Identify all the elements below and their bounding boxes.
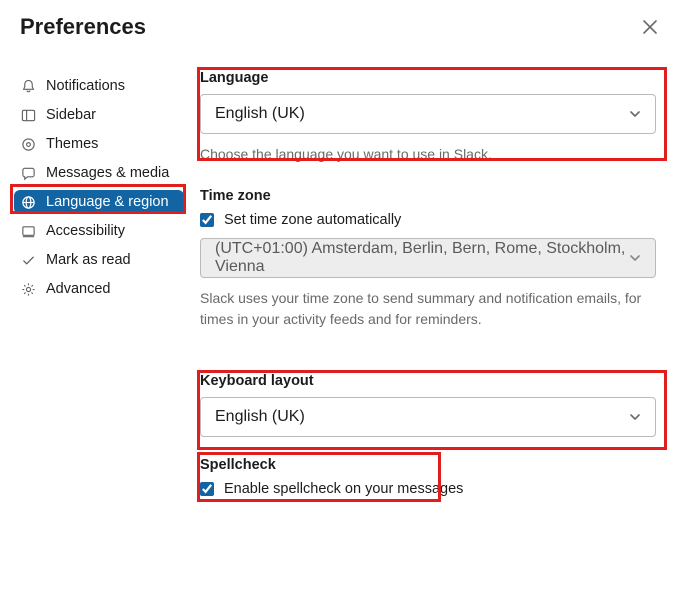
themes-icon [20, 136, 36, 152]
keyboard-section: Keyboard layout English (UK) [200, 373, 676, 437]
spellcheck-checkbox[interactable] [200, 482, 214, 496]
chevron-down-icon [629, 411, 641, 423]
sidebar-item-label: Accessibility [46, 223, 125, 239]
timezone-helper: Slack uses your time zone to send summar… [200, 288, 670, 329]
spellcheck-section: Spellcheck Enable spellcheck on your mes… [200, 457, 676, 497]
timezone-value: (UTC+01:00) Amsterdam, Berlin, Bern, Rom… [215, 240, 629, 276]
accessibility-icon [20, 223, 36, 239]
sidebar-item-language[interactable]: Language & region [14, 190, 184, 214]
keyboard-select[interactable]: English (UK) [200, 397, 656, 437]
language-helper: Choose the language you want to use in S… [200, 144, 670, 164]
language-section: Language English (UK) Choose the languag… [200, 70, 676, 164]
bell-icon [20, 78, 36, 94]
check-icon [20, 252, 36, 268]
spellcheck-row[interactable]: Enable spellcheck on your messages [200, 481, 676, 497]
page-title: Preferences [20, 14, 146, 40]
message-icon [20, 165, 36, 181]
language-value: English (UK) [215, 105, 305, 123]
sidebar-item-label: Notifications [46, 78, 125, 94]
timezone-auto-row[interactable]: Set time zone automatically [200, 212, 676, 228]
chevron-down-icon [629, 252, 641, 264]
sidebar: Notifications Sidebar Themes Messages & … [0, 58, 184, 521]
sidebar-icon [20, 107, 36, 123]
gear-icon [20, 281, 36, 297]
timezone-auto-checkbox[interactable] [200, 213, 214, 227]
sidebar-item-themes[interactable]: Themes [14, 132, 184, 156]
globe-icon [20, 194, 36, 210]
sidebar-item-label: Advanced [46, 281, 111, 297]
timezone-title: Time zone [200, 188, 676, 204]
sidebar-item-label: Messages & media [46, 165, 169, 181]
sidebar-item-label: Sidebar [46, 107, 96, 123]
timezone-auto-label: Set time zone automatically [224, 212, 401, 228]
sidebar-item-notifications[interactable]: Notifications [14, 74, 184, 98]
timezone-section: Time zone Set time zone automatically (U… [200, 188, 676, 329]
sidebar-item-markread[interactable]: Mark as read [14, 248, 184, 272]
spellcheck-label: Enable spellcheck on your messages [224, 481, 463, 497]
language-select[interactable]: English (UK) [200, 94, 656, 134]
sidebar-item-label: Language & region [46, 194, 169, 210]
timezone-select: (UTC+01:00) Amsterdam, Berlin, Bern, Rom… [200, 238, 656, 278]
sidebar-item-sidebar[interactable]: Sidebar [14, 103, 184, 127]
sidebar-item-label: Themes [46, 136, 98, 152]
keyboard-value: English (UK) [215, 408, 305, 426]
sidebar-item-messages[interactable]: Messages & media [14, 161, 184, 185]
keyboard-title: Keyboard layout [200, 373, 676, 389]
sidebar-item-label: Mark as read [46, 252, 131, 268]
sidebar-item-advanced[interactable]: Advanced [14, 277, 184, 301]
spellcheck-title: Spellcheck [200, 457, 676, 473]
chevron-down-icon [629, 108, 641, 120]
language-title: Language [200, 70, 676, 86]
sidebar-item-accessibility[interactable]: Accessibility [14, 219, 184, 243]
content-pane: Language English (UK) Choose the languag… [184, 58, 680, 521]
close-icon [642, 19, 658, 35]
close-button[interactable] [642, 19, 658, 35]
